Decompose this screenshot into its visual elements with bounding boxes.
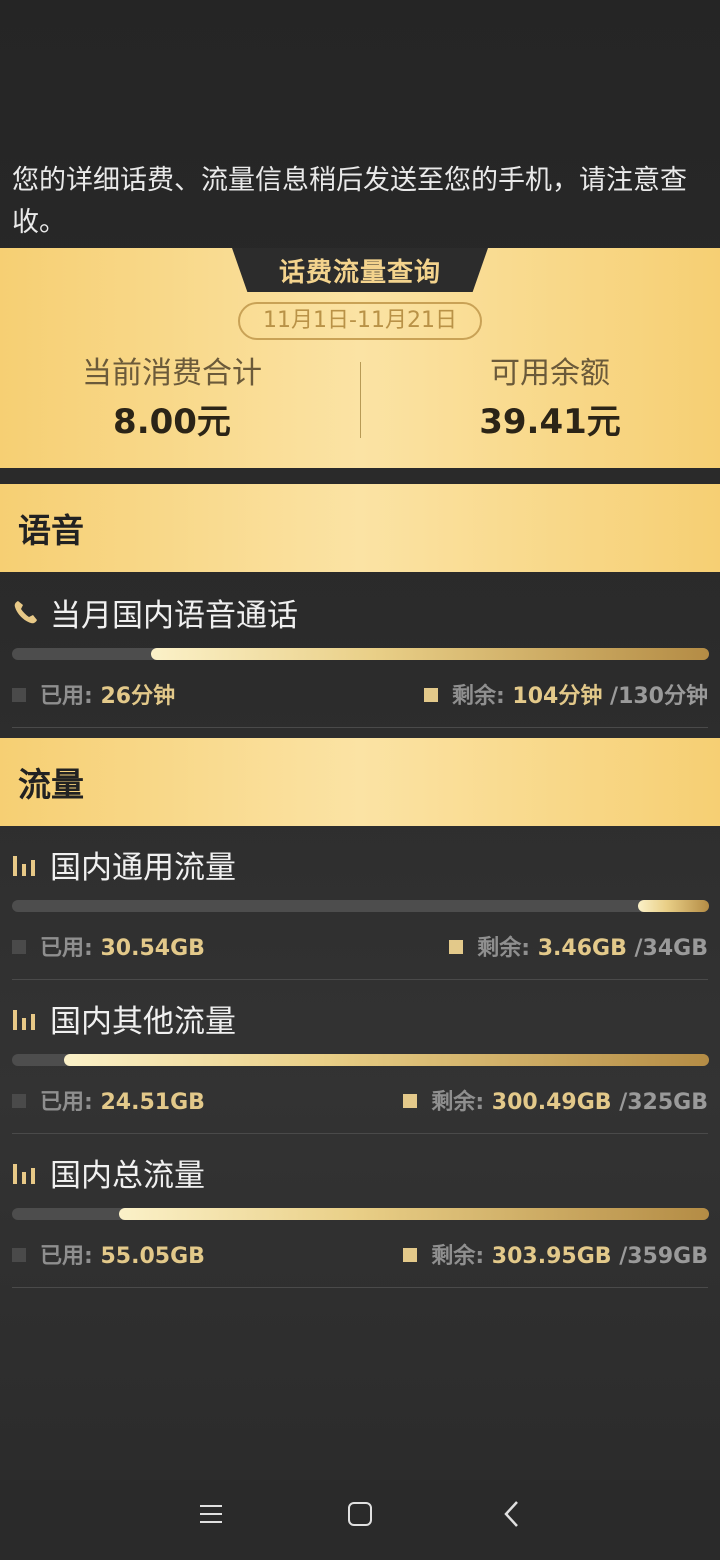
remaining-legend-square bbox=[403, 1248, 418, 1262]
back-icon[interactable] bbox=[492, 1494, 532, 1534]
usage-used: 已用: 55.05GB bbox=[12, 1238, 205, 1270]
usage-item[interactable]: 国内通用流量 已用: 30.54GB 剩余: 3.46GB /34GB bbox=[0, 826, 720, 980]
available-balance-label: 可用余额 bbox=[490, 356, 610, 391]
usage-used: 已用: 26分钟 bbox=[12, 678, 175, 710]
used-label: 已用: bbox=[40, 684, 93, 709]
usage-item[interactable]: 当月国内语音通话 已用: 26分钟 剩余: 104分钟 /130分钟 bbox=[0, 574, 720, 728]
used-legend-square bbox=[12, 688, 26, 702]
usage-title: 国内其他流量 bbox=[50, 1004, 236, 1040]
remaining-value: 300.49GB bbox=[491, 1090, 612, 1115]
phone-icon bbox=[14, 601, 38, 624]
usage-item[interactable]: 国内总流量 已用: 55.05GB 剩余: 303.95GB /359GB bbox=[0, 1134, 720, 1288]
total-value: /325GB bbox=[619, 1090, 708, 1115]
used-label: 已用: bbox=[40, 936, 93, 961]
used-value: 26分钟 bbox=[100, 684, 176, 709]
section-data-label: 流量 bbox=[18, 765, 84, 804]
notice-text: 您的详细话费、流量信息稍后发送至您的手机，请注意查收。 bbox=[12, 165, 687, 238]
usage-progress-track bbox=[12, 1208, 709, 1220]
summary-tab-label: 话费流量查询 bbox=[278, 258, 441, 288]
used-value: 30.54GB bbox=[100, 936, 205, 961]
usage-progress-track bbox=[12, 1054, 709, 1066]
remaining-label: 剩余: bbox=[431, 1090, 485, 1115]
section-data: 流量 bbox=[0, 738, 720, 826]
summary-tab: 话费流量查询 bbox=[232, 248, 488, 292]
used-legend-square bbox=[12, 1248, 26, 1262]
section-voice: 语音 bbox=[0, 484, 720, 572]
menu-icon[interactable] bbox=[190, 1494, 230, 1534]
usage-item[interactable]: 国内其他流量 已用: 24.51GB 剩余: 300.49GB /325GB bbox=[0, 980, 720, 1134]
home-icon[interactable] bbox=[340, 1494, 380, 1534]
signal-bars-icon bbox=[13, 1164, 35, 1184]
remaining-value: 104分钟 bbox=[512, 684, 603, 709]
signal-bars-icon bbox=[13, 1010, 35, 1030]
usage-progress-track bbox=[12, 648, 709, 660]
usage-title: 国内总流量 bbox=[50, 1158, 205, 1194]
used-legend-square bbox=[12, 1094, 26, 1108]
total-value: /359GB bbox=[619, 1244, 708, 1269]
usage-title: 当月国内语音通话 bbox=[50, 598, 298, 634]
usage-title: 国内通用流量 bbox=[50, 850, 236, 886]
used-value: 24.51GB bbox=[100, 1090, 205, 1115]
page: 您的详细话费、流量信息稍后发送至您的手机，请注意查收。 话费流量查询 11月1日… bbox=[0, 0, 720, 1560]
usage-remaining: 剩余: 300.49GB /325GB bbox=[403, 1084, 708, 1116]
usage-used: 已用: 30.54GB bbox=[12, 930, 205, 962]
signal-bars-icon bbox=[13, 856, 35, 876]
remaining-legend-square bbox=[449, 940, 464, 954]
remaining-legend-square bbox=[423, 688, 438, 702]
used-legend-square bbox=[12, 940, 26, 954]
remaining-label: 剩余: bbox=[451, 684, 505, 709]
usage-progress-track bbox=[12, 900, 709, 912]
usage-remaining: 剩余: 303.95GB /359GB bbox=[403, 1238, 708, 1270]
system-nav-bar bbox=[0, 1480, 720, 1560]
used-label: 已用: bbox=[40, 1244, 93, 1269]
remaining-value: 303.95GB bbox=[491, 1244, 612, 1269]
available-balance: 可用余额 39.41元 bbox=[400, 352, 700, 448]
divider bbox=[12, 1287, 708, 1288]
remaining-label: 剩余: bbox=[477, 936, 531, 961]
current-consumption-value: 8.00元 bbox=[113, 402, 231, 442]
usage-progress-fill bbox=[151, 648, 709, 660]
summary-card: 话费流量查询 11月1日-11月21日 当前消费合计 8.00元 可用余额 39… bbox=[0, 248, 720, 468]
date-range: 11月1日-11月21日 bbox=[238, 302, 482, 340]
used-label: 已用: bbox=[40, 1090, 93, 1115]
usage-progress-fill bbox=[118, 1208, 709, 1220]
current-consumption: 当前消费合计 8.00元 bbox=[22, 352, 322, 448]
usage-used: 已用: 24.51GB bbox=[12, 1084, 205, 1116]
divider bbox=[12, 727, 708, 728]
available-balance-value: 39.41元 bbox=[479, 402, 621, 442]
current-consumption-label: 当前消费合计 bbox=[82, 356, 262, 391]
usage-progress-fill bbox=[637, 900, 709, 912]
remaining-label: 剩余: bbox=[431, 1244, 485, 1269]
usage-progress-fill bbox=[64, 1054, 709, 1066]
total-value: /34GB bbox=[634, 936, 708, 961]
used-value: 55.05GB bbox=[100, 1244, 205, 1269]
remaining-value: 3.46GB bbox=[537, 936, 627, 961]
total-value: /130分钟 bbox=[610, 684, 708, 709]
usage-remaining: 剩余: 104分钟 /130分钟 bbox=[423, 678, 708, 710]
section-voice-label: 语音 bbox=[18, 511, 84, 550]
usage-remaining: 剩余: 3.46GB /34GB bbox=[449, 930, 708, 962]
stat-divider bbox=[360, 362, 361, 438]
remaining-legend-square bbox=[403, 1094, 418, 1108]
